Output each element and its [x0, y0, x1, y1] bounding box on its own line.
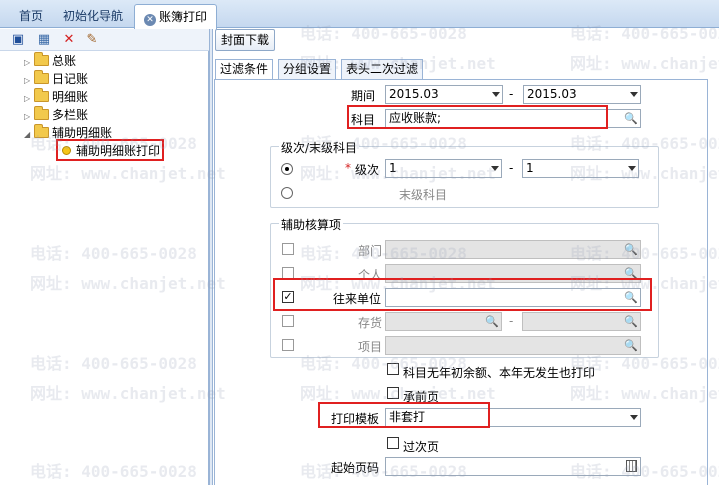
print-preview-icon[interactable]: ▦ — [36, 32, 52, 48]
right-panel: 封面下载 过滤条件 分组设置 表头二次过滤 期间 2015.03 - 2015.… — [213, 29, 719, 485]
level-radio[interactable] — [281, 163, 293, 175]
level-separator: - — [509, 161, 514, 175]
highlight-box — [56, 139, 164, 161]
tree-item-multi-column[interactable]: ▷ 多栏账 — [24, 106, 88, 124]
inventory-checkbox[interactable] — [282, 315, 294, 327]
chevron-down-icon — [630, 415, 638, 420]
level-group: 级次/末级科目 * 级次 1 - 1 末级科目 — [270, 139, 659, 208]
highlight-box — [273, 278, 652, 311]
department-label: 部门 — [358, 244, 383, 258]
period-label: 期间 — [351, 89, 376, 103]
aux-group-title: 辅助核算项 — [279, 216, 344, 233]
folder-icon — [34, 88, 49, 102]
tree-item-journal[interactable]: ▷ 日记账 — [24, 70, 88, 88]
last-level-label: 末级科目 — [399, 188, 448, 202]
department-checkbox[interactable] — [282, 243, 294, 255]
folder-open-icon — [34, 124, 49, 138]
tab-home[interactable]: 首页 — [10, 4, 52, 28]
chevron-down-icon — [492, 92, 500, 97]
folder-icon — [34, 106, 49, 120]
project-checkbox[interactable] — [282, 339, 294, 351]
top-tab-bar: 首页 初始化导航 ✕ 账簿打印 — [0, 0, 719, 29]
period-to-select[interactable]: 2015.03 — [523, 85, 641, 104]
tab-ledger-print[interactable]: ✕ 账簿打印 — [134, 4, 218, 29]
subtotal-page-checkbox[interactable] — [387, 437, 399, 449]
level-label: 级次 — [355, 163, 380, 177]
folder-icon — [34, 70, 49, 84]
chevron-down-icon — [628, 166, 636, 171]
tree-item-detail-ledger[interactable]: ▷ 明细账 — [24, 88, 88, 106]
filter-tab-content: 期间 2015.03 - 2015.03 科目 应收账款; 🔍 级次/末级科目 *… — [214, 79, 708, 485]
search-lookup-icon: 🔍 — [485, 315, 499, 328]
inventory-to-input[interactable]: 🔍 — [522, 312, 641, 331]
folder-icon — [34, 52, 49, 66]
collapse-arrow-icon[interactable]: ◢ — [24, 126, 34, 144]
delete-icon[interactable]: ✕ — [61, 32, 77, 48]
chevron-down-icon — [491, 166, 499, 171]
period-separator: - — [509, 87, 514, 101]
subtotal-page-label: 过次页 — [403, 440, 440, 454]
save-icon[interactable]: ▣ — [10, 32, 26, 48]
level-to-select[interactable]: 1 — [522, 159, 639, 178]
left-panel: ▣ ▦ ✕ ✎ ▷ 总账 ▷ 日记账 ▷ 明细账 ▷ 多栏账 ◢ 辅助明细账 辅助明细账打… — [0, 29, 209, 485]
carry-forward-checkbox[interactable] — [387, 387, 399, 399]
print-zero-checkbox[interactable] — [387, 363, 399, 375]
tab-init-nav[interactable]: 初始化导航 — [54, 4, 132, 28]
tab-group-settings[interactable]: 分组设置 — [278, 59, 337, 79]
required-mark: * — [345, 161, 351, 175]
highlight-box — [318, 402, 490, 428]
search-lookup-icon: 🔍 — [624, 315, 638, 328]
inventory-from-input[interactable]: 🔍 — [385, 312, 502, 331]
search-lookup-icon: 🔍 — [624, 243, 638, 256]
tab-header-filter[interactable]: 表头二次过滤 — [341, 59, 424, 79]
left-toolbar: ▣ ▦ ✕ ✎ — [0, 29, 209, 51]
tree-item-general-ledger[interactable]: ▷ 总账 — [24, 52, 76, 70]
cover-download-button[interactable]: 封面下载 — [215, 29, 276, 51]
highlight-box — [347, 105, 608, 129]
department-input[interactable]: 🔍 — [385, 240, 641, 259]
inventory-label: 存货 — [358, 316, 383, 330]
last-level-radio[interactable] — [281, 187, 293, 199]
print-zero-label: 科目无年初余额、本年无发生也打印 — [403, 366, 596, 380]
level-group-title: 级次/末级科目 — [279, 139, 360, 156]
level-from-select[interactable]: 1 — [385, 159, 502, 178]
app-window: 首页 初始化导航 ✕ 账簿打印 ▣ ▦ ✕ ✎ ▷ 总账 ▷ 日记账 ▷ 明细账 ▷ 多栏… — [0, 0, 719, 485]
start-page-label: 起始页码 — [331, 461, 380, 475]
search-lookup-icon: 🔍 — [624, 339, 638, 352]
calendar-icon[interactable] — [626, 460, 637, 472]
close-circle-icon[interactable]: ✕ — [144, 14, 156, 26]
tab-filter-conditions[interactable]: 过滤条件 — [215, 59, 274, 80]
search-lookup-icon[interactable]: 🔍 — [624, 112, 638, 125]
project-input[interactable]: 🔍 — [385, 336, 641, 355]
period-from-select[interactable]: 2015.03 — [385, 85, 503, 104]
edit-icon[interactable]: ✎ — [84, 32, 100, 48]
chevron-down-icon — [630, 92, 638, 97]
start-page-input[interactable] — [385, 457, 641, 476]
inventory-separator: - — [509, 314, 514, 328]
project-label: 项目 — [358, 340, 383, 354]
